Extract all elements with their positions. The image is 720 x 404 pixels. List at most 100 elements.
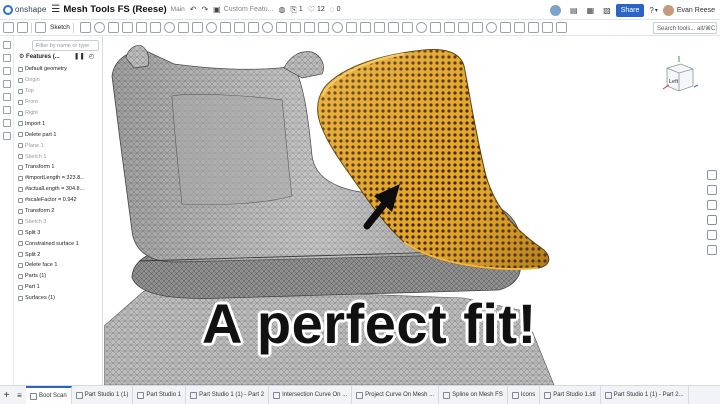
search-tools-input[interactable]: Search tools... alt/⌘C [653,22,717,34]
document-tab[interactable]: Part Studio 1 (1) [72,386,134,404]
mate-connector-icon[interactable] [429,22,441,33]
filter-icon[interactable] [2,41,11,49]
undo-tool-icon[interactable] [3,22,14,33]
circular-pattern-icon[interactable] [261,22,273,33]
bridging-curve-icon[interactable] [485,22,497,33]
sketch-icon[interactable] [35,22,46,33]
frame-icon[interactable] [541,22,553,33]
view-cube[interactable]: Left [659,56,699,96]
sheet-metal-icon[interactable] [527,22,539,33]
sweep-icon[interactable] [107,22,119,33]
helix-icon[interactable] [443,22,455,33]
feature-tree-item[interactable]: #actualLength = 304.8... [18,184,102,195]
projected-curve-icon[interactable] [471,22,483,33]
user-name[interactable]: Evan Reese [677,7,715,14]
delete-part-icon[interactable] [331,22,343,33]
rollback-icon[interactable]: ◴ [89,53,95,60]
feature-tree-item[interactable]: Split 2 [18,249,102,260]
mirror-icon[interactable] [275,22,287,33]
settings-icon[interactable]: ⚙ [19,54,26,60]
transform-icon[interactable] [317,22,329,33]
thicken-icon[interactable] [135,22,147,33]
rail-tool-icon[interactable] [2,80,11,88]
feature-tree-item[interactable]: Plane 1 [18,140,102,151]
feature-tree-item[interactable]: Sketch 1 [18,151,102,162]
boolean-icon[interactable] [289,22,301,33]
3d-fit-spline-icon[interactable] [457,22,469,33]
modify-fillet-icon[interactable] [345,22,357,33]
offset-surface-icon[interactable] [401,22,413,33]
delete-face-icon[interactable] [359,22,371,33]
sketch-button[interactable]: Sketch [50,24,70,31]
user-avatar[interactable] [662,4,674,16]
graphics-viewport[interactable]: A perfect fit! Left [104,36,720,385]
learning-icon[interactable]: ▨ [603,6,611,15]
redo-tool-icon[interactable] [17,22,28,33]
notifications-icon[interactable]: ▤ [570,6,578,15]
feature-tree-item[interactable]: Transform 1 [18,162,102,173]
features-header[interactable]: ⚙ Features (... [19,53,60,60]
like-icon[interactable]: ♡ [308,5,315,14]
feature-tree-item[interactable]: Default geometry [18,64,102,75]
measure-icon[interactable] [707,200,717,210]
fillet-icon[interactable] [163,22,175,33]
feature-tree-item[interactable]: Origin [18,75,102,86]
feature-tree-item[interactable]: Front [18,97,102,108]
display-states-icon[interactable] [707,245,717,255]
tab-list-icon[interactable]: ≡ [13,391,26,400]
document-tab[interactable]: Part Studio 1.stl [540,386,601,404]
rail-tool-icon[interactable] [2,119,11,127]
feature-tree-item[interactable]: Split 3 [18,227,102,238]
split-icon[interactable] [303,22,315,33]
composite-curve-icon[interactable] [499,22,511,33]
document-tab[interactable]: Part Studio 1 [133,386,187,404]
chevron-down-icon[interactable]: ▾ [655,7,658,14]
pause-icon[interactable]: ❚❚ [74,53,85,60]
rail-tool-icon[interactable] [2,67,11,75]
globe-icon[interactable]: ◍ [279,5,286,14]
fill-icon[interactable] [513,22,525,33]
document-tab[interactable]: Intersection Curve On ... [269,386,353,404]
feature-tree-item[interactable]: Constrained surface 1 [18,238,102,249]
undo-icon[interactable]: ↶ [190,5,197,14]
document-title[interactable]: Mesh Tools FS (Reese) [63,4,166,15]
section-view-icon[interactable] [707,215,717,225]
enclose-icon[interactable] [149,22,161,33]
onshape-logo[interactable]: onshape [3,4,46,15]
plane-icon[interactable] [415,22,427,33]
help-icon[interactable]: ? [649,6,653,15]
document-tab[interactable]: Icons [508,386,541,404]
app-store-icon[interactable]: ▦ [587,6,595,15]
collaborator-avatar[interactable] [550,4,562,16]
feature-tree-item[interactable]: Sketch 3 [18,216,102,227]
shell-icon[interactable] [219,22,231,33]
chamfer-icon[interactable] [177,22,189,33]
appearance-icon[interactable] [707,170,717,180]
versions-icon[interactable]: ⎘ [291,5,297,15]
feature-tree-item[interactable]: #importLength = 323.8... [18,173,102,184]
feature-filter-input[interactable]: Filter by name or type [32,40,99,51]
custom-features-field[interactable]: Custom Featu... [224,6,274,13]
hole-icon[interactable] [233,22,245,33]
mass-properties-icon[interactable] [707,185,717,195]
document-tab[interactable]: Project Curve On Mesh ... [352,386,440,404]
rail-tool-icon[interactable] [2,132,11,140]
explode-icon[interactable] [707,230,717,240]
feature-tree-item[interactable]: Transform 2 [18,206,102,217]
linear-pattern-icon[interactable] [247,22,259,33]
workspace-label[interactable]: Main [171,6,185,13]
document-tab[interactable]: Part Studio 1 (1) - Part 2 [186,386,270,404]
feature-tree-item[interactable]: Top [18,86,102,97]
document-tab[interactable]: Boot Scan [26,386,72,404]
feature-tree-item[interactable]: Right [18,108,102,119]
feature-tree-item[interactable]: #scaleFactor = 0.942 [18,195,102,206]
redo-icon[interactable]: ↷ [201,5,208,14]
share-button[interactable]: Share [615,3,645,17]
comments-icon[interactable]: ◌ [330,5,335,14]
document-tab[interactable]: Part Studio 1 (1) - Part 2... [601,386,689,404]
replace-face-icon[interactable] [387,22,399,33]
rib-icon[interactable] [205,22,217,33]
rail-tool-icon[interactable] [2,93,11,101]
menu-icon[interactable]: ☰ [51,4,60,15]
feature-tree-item[interactable]: Delete part 1 [18,129,102,140]
